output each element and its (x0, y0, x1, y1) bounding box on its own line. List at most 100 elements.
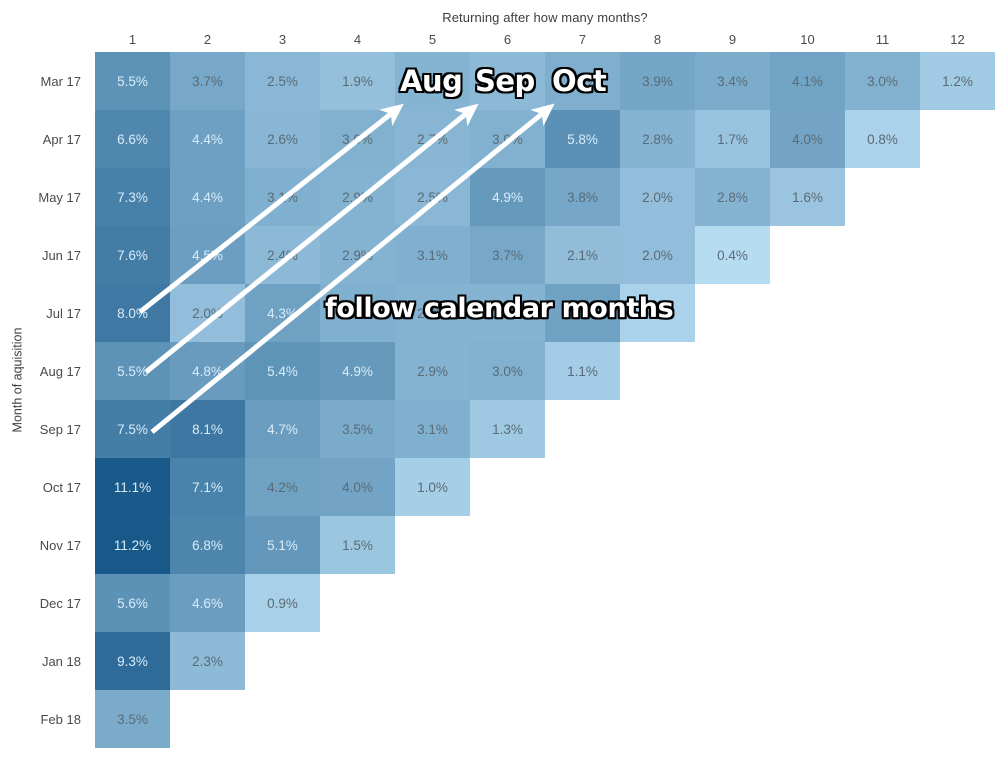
heatmap-cell: 3.0% (845, 52, 920, 110)
heatmap-cell: 0.8% (845, 110, 920, 168)
heatmap-cell: 4.2% (545, 284, 620, 342)
heatmap-row: 9.3% 2.3% (95, 632, 995, 690)
heatmap-cell-empty (695, 516, 770, 574)
heatmap-cell: 2.9% (320, 168, 395, 226)
heatmap-cell-empty (695, 342, 770, 400)
heatmap-cell-empty (695, 284, 770, 342)
heatmap-cell-empty (845, 168, 920, 226)
heatmap-cell-empty (545, 690, 620, 748)
column-header-7: 7 (578, 32, 587, 47)
heatmap-cell-empty (620, 574, 695, 632)
heatmap-cell: 2.8% (695, 168, 770, 226)
heatmap-cell: 4.0% (320, 458, 395, 516)
heatmap-cell-empty (395, 574, 470, 632)
heatmap-cell: 3.8% (545, 168, 620, 226)
heatmap-cell: 5.4% (245, 342, 320, 400)
heatmap-cell-empty (920, 226, 995, 284)
column-header-4: 4 (353, 32, 362, 47)
heatmap-cell-empty (620, 516, 695, 574)
heatmap-cell: 8.0% (95, 284, 170, 342)
heatmap-cell: 2.5% (395, 168, 470, 226)
heatmap-cell: 8.1% (170, 400, 245, 458)
heatmap-cell: 2.3% (170, 632, 245, 690)
heatmap-cell-empty (695, 400, 770, 458)
heatmap-cell: 4.5% (170, 226, 245, 284)
row-label-jan-18: Jan 18 (41, 653, 81, 669)
heatmap-cell: 3.0% (470, 342, 545, 400)
heatmap-cell-empty (845, 284, 920, 342)
heatmap-row: 5.6% 4.6% 0.9% (95, 574, 995, 632)
heatmap-cell: 2.0% (170, 284, 245, 342)
heatmap-cell-empty (920, 284, 995, 342)
heatmap-cell: 2.6% (245, 110, 320, 168)
heatmap-cell: 9.3% (95, 632, 170, 690)
heatmap-cell: 2.9% (320, 226, 395, 284)
heatmap-row: 11.1% 7.1% 4.2% 4.0% 1.0% (95, 458, 995, 516)
row-label-aug-17: Aug 17 (39, 363, 81, 379)
row-label-mar-17: Mar 17 (40, 73, 81, 89)
heatmap-cell-empty (545, 574, 620, 632)
heatmap-cell-empty (770, 516, 845, 574)
column-header-10: 10 (800, 32, 815, 47)
heatmap-cell: 2.9% (395, 284, 470, 342)
heatmap-cell: 3.1% (245, 168, 320, 226)
heatmap-cell-empty (695, 690, 770, 748)
heatmap-cell-empty (770, 574, 845, 632)
heatmap-cell-empty (920, 110, 995, 168)
heatmap-cell: 3.1% (395, 400, 470, 458)
heatmap-cell-empty (170, 690, 245, 748)
heatmap-row: 6.6% 4.4% 2.6% 3.0% 2.7% 3.0% 5.8% 2.8% 1.7% 4.0%… (95, 110, 995, 168)
heatmap-cell: 4.8% (170, 342, 245, 400)
heatmap-cell-empty (620, 342, 695, 400)
row-label-jul-17: Jul 17 (46, 305, 81, 321)
row-label-apr-17: Apr 17 (42, 131, 81, 147)
heatmap-cell-empty (770, 342, 845, 400)
heatmap-cell: 2.8% (395, 52, 470, 110)
heatmap-cell-empty (545, 632, 620, 690)
heatmap-cell-empty (770, 400, 845, 458)
heatmap-cell: 7.5% (95, 400, 170, 458)
column-header-11: 11 (875, 32, 890, 47)
heatmap-row: 7.6% 4.5% 2.4% 2.9% 3.1% 3.7% 2.1% 2.0% 0.4% (95, 226, 995, 284)
heatmap-cell-empty (920, 516, 995, 574)
heatmap-row: 3.5% (95, 690, 995, 748)
heatmap-cell: 4.9% (470, 168, 545, 226)
row-label-sep-17: Sep 17 (39, 421, 81, 437)
heatmap-cell-empty (845, 400, 920, 458)
heatmap-cell: 4.0% (770, 110, 845, 168)
heatmap-cell: 6.6% (95, 110, 170, 168)
retention-heatmap: 5.5% 3.7% 2.5% 1.9% 2.8% 2.4% 3.2% 3.9% 3.4% 4.1%… (95, 52, 995, 748)
column-header-9: 9 (728, 32, 737, 47)
heatmap-cell-empty (920, 168, 995, 226)
heatmap-cell: 1.7% (695, 110, 770, 168)
heatmap-cell: 2.7% (395, 110, 470, 168)
heatmap-cell: 3.4% (695, 52, 770, 110)
heatmap-cell-empty (770, 632, 845, 690)
row-label-nov-17: Nov 17 (39, 537, 81, 553)
heatmap-cell-empty (470, 574, 545, 632)
heatmap-cell: 1.9% (320, 52, 395, 110)
heatmap-cell-empty (845, 574, 920, 632)
heatmap-cell-empty (470, 690, 545, 748)
heatmap-cell-empty (545, 400, 620, 458)
heatmap-cell-empty (470, 632, 545, 690)
heatmap-cell: 2.4% (245, 226, 320, 284)
heatmap-cell-empty (920, 632, 995, 690)
heatmap-cell: 2.0% (620, 226, 695, 284)
heatmap-cell: 4.7% (245, 400, 320, 458)
column-header-5: 5 (428, 32, 437, 47)
heatmap-cell-empty (695, 632, 770, 690)
heatmap-cell: 3.1% (320, 284, 395, 342)
row-label-column: Mar 17 Apr 17 May 17 Jun 17 Jul 17 Aug 17 Sep … (0, 52, 88, 748)
heatmap-cell: 7.1% (170, 458, 245, 516)
heatmap-cell: 4.3% (245, 284, 320, 342)
heatmap-cell: 2.4% (470, 52, 545, 110)
heatmap-cell-empty (695, 574, 770, 632)
heatmap-cell: 1.5% (320, 516, 395, 574)
heatmap-cell-empty (845, 632, 920, 690)
heatmap-cell: 2.1% (545, 226, 620, 284)
heatmap-cell-empty (320, 632, 395, 690)
heatmap-cell-empty (395, 690, 470, 748)
heatmap-cell: 4.6% (170, 574, 245, 632)
heatmap-cell-empty (320, 690, 395, 748)
